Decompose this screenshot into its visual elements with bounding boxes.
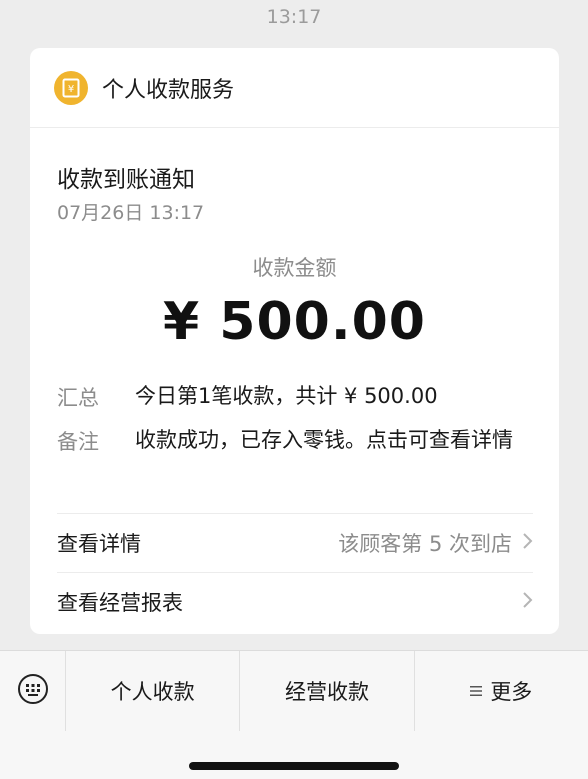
amount-value: ¥ 500.00 bbox=[163, 292, 426, 352]
view-details-label: 查看详情 bbox=[57, 531, 141, 556]
payment-notification-card[interactable]: ¥ 个人收款服务 收款到账通知 07月26日 13:17 收款金额 ¥ 500.… bbox=[30, 48, 559, 634]
notice-title: 收款到账通知 bbox=[57, 167, 195, 193]
remark-row: 备注 收款成功，已存入零钱。点击可查看详情 bbox=[57, 426, 525, 456]
remark-value: 收款成功，已存入零钱。点击可查看详情 bbox=[135, 428, 513, 452]
view-report-row[interactable]: 查看经营报表 bbox=[57, 572, 533, 630]
menu-personal-collection[interactable]: 个人收款 bbox=[66, 651, 241, 731]
svg-text:¥: ¥ bbox=[68, 84, 74, 95]
summary-value: 今日第1笔收款，共计 ¥ 500.00 bbox=[135, 384, 438, 408]
card-header[interactable]: ¥ 个人收款服务 bbox=[30, 48, 559, 128]
service-menu: 个人收款 经营收款 更多 bbox=[0, 651, 588, 731]
keyboard-toggle-button[interactable] bbox=[0, 651, 66, 731]
customer-visit-hint: 该顾客第 5 次到店 bbox=[338, 531, 512, 556]
chat-page: 13:17 ¥ 个人收款服务 收款到账通知 07月26日 13:17 收款金额 … bbox=[0, 0, 588, 779]
notice-datetime: 07月26日 13:17 bbox=[57, 202, 205, 224]
wallet-icon: ¥ bbox=[54, 70, 88, 105]
menu-label: 经营收款 bbox=[284, 680, 369, 704]
amount-label: 收款金额 bbox=[252, 256, 337, 280]
menu-label: 更多 bbox=[490, 680, 533, 704]
menu-more[interactable]: 更多 bbox=[415, 651, 588, 731]
chevron-right-icon bbox=[522, 531, 533, 555]
bottom-menu-bar: 个人收款 经营收款 更多 bbox=[0, 650, 588, 779]
summary-key: 汇总 bbox=[57, 386, 99, 410]
menu-label: 个人收款 bbox=[110, 680, 195, 704]
message-timestamp: 13:17 bbox=[266, 6, 322, 28]
summary-row: 汇总 今日第1笔收款，共计 ¥ 500.00 bbox=[57, 382, 525, 412]
list-icon bbox=[470, 685, 483, 697]
keyboard-icon bbox=[17, 673, 49, 709]
remark-key: 备注 bbox=[57, 430, 99, 454]
home-indicator[interactable] bbox=[189, 762, 399, 770]
menu-business-collection[interactable]: 经营收款 bbox=[240, 651, 415, 731]
service-name: 个人收款服务 bbox=[102, 77, 235, 103]
chevron-right-icon bbox=[522, 590, 533, 614]
view-details-row[interactable]: 查看详情 该顾客第 5 次到店 bbox=[57, 513, 533, 571]
view-report-label: 查看经营报表 bbox=[57, 590, 183, 615]
